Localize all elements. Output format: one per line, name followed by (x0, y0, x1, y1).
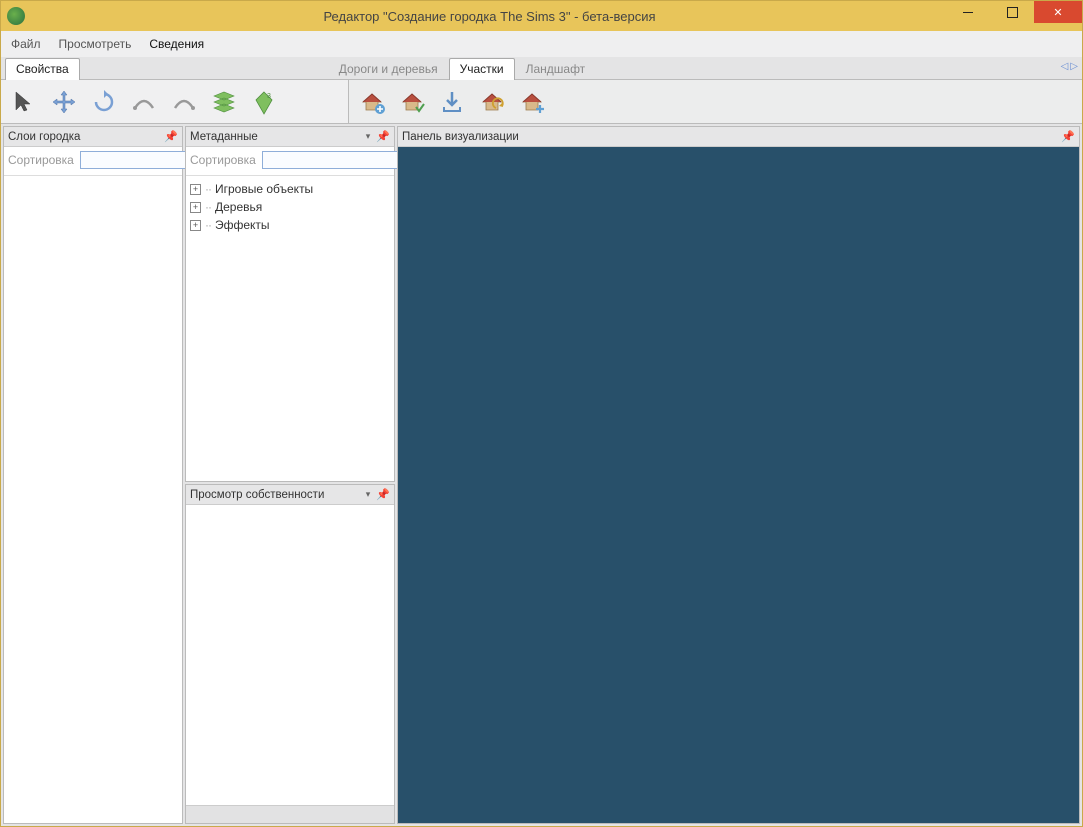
tree-label: Эффекты (215, 218, 270, 232)
metadata-tree: + ·· Игровые объекты + ·· Деревья + ·· Э… (186, 176, 394, 481)
toolbar-left: 3 (1, 80, 349, 123)
app-window: Редактор "Создание городка The Sims 3" -… (0, 0, 1083, 827)
pin-icon[interactable]: 📌 (376, 488, 390, 501)
tool-rotate[interactable] (87, 85, 121, 119)
tab-nav: ◁ ▷ (1061, 61, 1078, 72)
panel-property-view: Просмотр собственности ▾ 📌 (185, 484, 395, 824)
window-controls (946, 1, 1082, 31)
tool-pointer[interactable] (7, 85, 41, 119)
move-arrows-icon (50, 88, 78, 116)
pin-icon[interactable]: 📌 (164, 130, 178, 143)
tab-nav-prev-icon[interactable]: ◁ (1061, 61, 1069, 72)
toolbar-row: 3 (1, 80, 1082, 124)
tab-group-left: Свойства (5, 57, 80, 79)
tab-nav-next-icon[interactable]: ▷ (1070, 61, 1078, 72)
panel-layers: Слои городка 📌 Сортировка (3, 126, 183, 824)
house-rotate-icon (478, 88, 506, 116)
titlebar: Редактор "Создание городка The Sims 3" -… (1, 1, 1082, 31)
tool-lot-add[interactable] (355, 85, 389, 119)
app-icon (7, 7, 25, 25)
panel-layers-header: Слои городка 📌 (4, 127, 182, 147)
property-status-strip (186, 805, 394, 823)
tree-item-trees[interactable]: + ·· Деревья (188, 198, 392, 216)
panel-menu-icon[interactable]: ▾ (366, 489, 371, 500)
tree-item-effects[interactable]: + ·· Эффекты (188, 216, 392, 234)
workspace: Слои городка 📌 Сортировка Метаданные ▾ 📌 (1, 124, 1082, 826)
svg-text:3: 3 (267, 93, 271, 100)
house-check-icon (398, 88, 426, 116)
tool-arc-left[interactable] (127, 85, 161, 119)
column-layers: Слои городка 📌 Сортировка (3, 126, 183, 824)
panel-viewport-header: Панель визуализации 📌 (398, 127, 1079, 147)
tree-label: Деревья (215, 200, 262, 214)
layers-body (4, 176, 182, 823)
arc-right-icon (170, 88, 198, 116)
house-plus-icon (358, 88, 386, 116)
tool-arc-right[interactable] (167, 85, 201, 119)
pin-icon[interactable]: 📌 (376, 130, 390, 143)
diamond-icon: 3 (250, 88, 278, 116)
tab-landscape[interactable]: Ландшафт (515, 58, 597, 80)
metadata-sort-label: Сортировка (190, 153, 256, 167)
viewport-canvas[interactable] (398, 147, 1079, 823)
panel-layers-title: Слои городка (8, 131, 80, 143)
menu-view[interactable]: Просмотреть (59, 37, 132, 51)
panel-metadata: Метаданные ▾ 📌 Сортировка + ·· Игровые о… (185, 126, 395, 482)
layers-sort-row: Сортировка (4, 147, 182, 176)
tab-properties[interactable]: Свойства (5, 58, 80, 80)
grid-icon (210, 88, 238, 116)
tool-move[interactable] (47, 85, 81, 119)
column-viewport: Панель визуализации 📌 (397, 126, 1080, 824)
tool-diamond[interactable]: 3 (247, 85, 281, 119)
tool-lot-rotate[interactable] (475, 85, 509, 119)
maximize-button[interactable] (990, 1, 1034, 23)
tree-label: Игровые объекты (215, 182, 313, 196)
expand-icon[interactable]: + (190, 220, 201, 231)
panel-menu-icon[interactable]: ▾ (366, 131, 371, 142)
panel-viewport-title: Панель визуализации (402, 131, 519, 143)
column-middle: Метаданные ▾ 📌 Сортировка + ·· Игровые о… (185, 126, 395, 824)
tab-row: Свойства Дороги и деревья Участки Ландша… (1, 57, 1082, 80)
tab-lots[interactable]: Участки (449, 58, 515, 80)
expand-icon[interactable]: + (190, 202, 201, 213)
window-title: Редактор "Создание городка The Sims 3" -… (33, 9, 946, 24)
tool-grid[interactable] (207, 85, 241, 119)
menu-about[interactable]: Сведения (149, 37, 204, 51)
tab-roads[interactable]: Дороги и деревья (328, 58, 449, 80)
property-body (186, 505, 394, 805)
panel-metadata-title: Метаданные (190, 131, 258, 143)
arc-left-icon (130, 88, 158, 116)
pin-icon[interactable]: 📌 (1061, 130, 1075, 143)
rotate-icon (90, 88, 118, 116)
toolbar-right (349, 80, 1082, 123)
panel-viewport: Панель визуализации 📌 (397, 126, 1080, 824)
expand-icon[interactable]: + (190, 184, 201, 195)
tool-lot-new[interactable] (515, 85, 549, 119)
close-button[interactable] (1034, 1, 1082, 23)
tool-import[interactable] (435, 85, 469, 119)
tree-item-game-objects[interactable]: + ·· Игровые объекты (188, 180, 392, 198)
panel-property-title: Просмотр собственности (190, 489, 324, 501)
layers-sort-label: Сортировка (8, 153, 74, 167)
tool-lot-check[interactable] (395, 85, 429, 119)
tab-group-right: Дороги и деревья Участки Ландшафт (328, 57, 596, 79)
menu-file[interactable]: Файл (11, 37, 41, 51)
panel-property-header: Просмотр собственности ▾ 📌 (186, 485, 394, 505)
panel-metadata-header: Метаданные ▾ 📌 (186, 127, 394, 147)
menubar: Файл Просмотреть Сведения (1, 31, 1082, 57)
download-icon (438, 88, 466, 116)
pointer-icon (10, 88, 38, 116)
metadata-sort-row: Сортировка (186, 147, 394, 176)
minimize-button[interactable] (946, 1, 990, 23)
house-add-icon (518, 88, 546, 116)
